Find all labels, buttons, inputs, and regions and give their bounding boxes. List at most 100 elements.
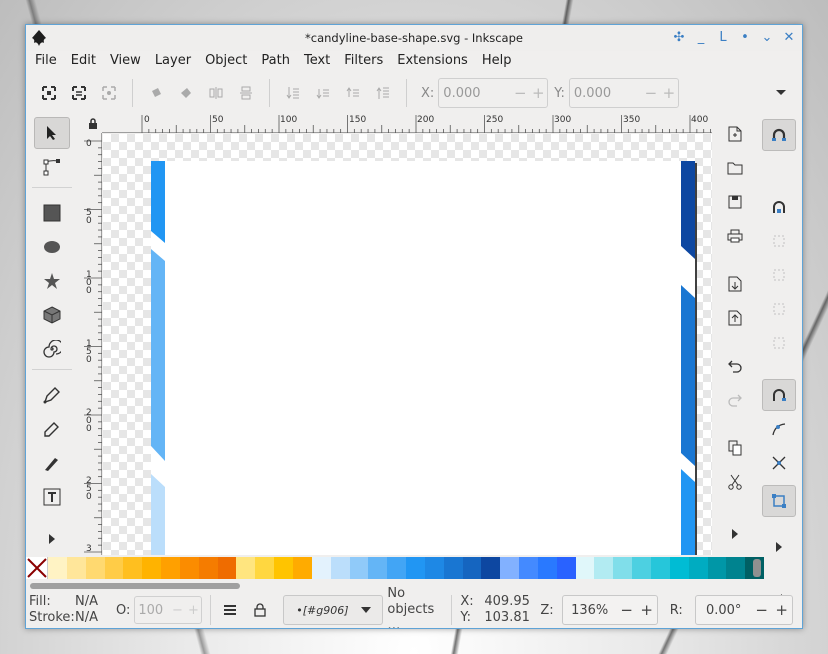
color-swatch[interactable] [292, 557, 312, 579]
menu-object[interactable]: Object [198, 53, 254, 68]
menu-file[interactable]: File [28, 53, 64, 68]
menu-down-icon[interactable]: ⌄ [758, 28, 776, 46]
snap-nodes-icon[interactable] [762, 379, 796, 411]
color-swatch[interactable] [500, 557, 520, 579]
color-swatch[interactable] [537, 557, 557, 579]
color-swatch[interactable] [161, 557, 180, 579]
rotation-increment-button[interactable]: + [772, 601, 792, 619]
spiral-tool-icon[interactable] [34, 333, 70, 365]
x-increment-button[interactable]: + [529, 84, 547, 102]
minimize-button[interactable]: _ [692, 28, 710, 46]
right-stripe-middle[interactable] [681, 285, 695, 466]
document-page[interactable] [151, 161, 695, 555]
canvas-background[interactable] [103, 134, 712, 555]
more-snap-icon[interactable] [762, 531, 796, 563]
color-swatch[interactable] [66, 557, 86, 579]
snap-toggle-icon[interactable] [762, 119, 796, 151]
export-icon[interactable] [720, 303, 750, 333]
select-all-icon[interactable] [34, 78, 64, 108]
rotate-ccw-icon[interactable] [141, 78, 171, 108]
color-swatch[interactable] [104, 557, 124, 579]
snap-bbox-icon[interactable] [762, 191, 796, 223]
undo-icon[interactable] [720, 351, 750, 381]
color-swatch[interactable] [236, 557, 256, 579]
more-commands-icon[interactable] [720, 519, 750, 549]
color-swatch[interactable] [613, 557, 633, 579]
ellipse-tool-icon[interactable] [34, 231, 70, 263]
select-all-layers-icon[interactable] [64, 78, 94, 108]
cut-icon[interactable] [720, 467, 750, 497]
left-stripe-bottom[interactable] [151, 474, 165, 555]
selector-tool-icon[interactable] [34, 117, 70, 149]
style-indicator[interactable]: Fill: N/A Stroke:N/A [26, 594, 116, 626]
flip-horizontal-icon[interactable] [201, 78, 231, 108]
color-swatch[interactable] [274, 557, 293, 579]
save-icon[interactable] [720, 187, 750, 217]
new-document-icon[interactable] [720, 119, 750, 149]
copy-icon[interactable] [720, 433, 750, 463]
color-swatch[interactable] [123, 557, 143, 579]
opacity-decrement-button[interactable]: − [169, 603, 185, 618]
calligraphy-tool-icon[interactable] [34, 447, 70, 479]
right-stripe-top[interactable] [681, 161, 695, 259]
color-swatch[interactable] [368, 557, 388, 579]
menu-view[interactable]: View [103, 53, 148, 68]
color-swatch[interactable] [519, 557, 538, 579]
color-swatch[interactable] [481, 557, 501, 579]
color-swatch[interactable] [688, 557, 708, 579]
import-icon[interactable] [720, 269, 750, 299]
menu-extensions[interactable]: Extensions [390, 53, 475, 68]
flip-vertical-icon[interactable] [231, 78, 261, 108]
vertical-ruler[interactable]: 0 5 0 1 0 0 1 5 0 2 0 0 2 5 0 3 [84, 133, 102, 555]
no-paint-swatch[interactable] [26, 557, 48, 579]
rectangle-tool-icon[interactable] [34, 197, 70, 229]
y-input[interactable]: 0.000 − + [568, 78, 679, 108]
zoom-in-button[interactable]: + [637, 601, 657, 619]
color-swatch[interactable] [48, 557, 67, 579]
left-stripe-middle[interactable] [151, 249, 165, 461]
raise-icon[interactable] [338, 78, 368, 108]
snap-intersections-icon[interactable] [762, 447, 796, 479]
color-swatch[interactable] [179, 557, 199, 579]
lower-to-bottom-icon[interactable] [278, 78, 308, 108]
snap-bbox-midpoint-icon[interactable] [762, 293, 796, 325]
print-icon[interactable] [720, 221, 750, 251]
color-swatch[interactable] [387, 557, 407, 579]
text-tool-icon[interactable] [34, 481, 70, 513]
x-decrement-button[interactable]: − [511, 84, 529, 102]
y-increment-button[interactable]: + [660, 84, 678, 102]
opacity-increment-button[interactable]: + [185, 603, 201, 618]
color-swatch[interactable] [142, 557, 162, 579]
rotation-decrement-button[interactable]: − [752, 601, 772, 619]
shade-button[interactable]: • [736, 28, 754, 46]
y-decrement-button[interactable]: − [642, 84, 660, 102]
color-swatch[interactable] [85, 557, 105, 579]
left-stripe-top[interactable] [151, 161, 165, 243]
snap-paths-icon[interactable] [762, 413, 796, 445]
lock-guides-icon[interactable] [84, 115, 102, 133]
horizontal-ruler[interactable]: 0 50 100 150 200 250 300 350 400 [102, 115, 712, 133]
color-swatch[interactable] [575, 557, 595, 579]
maximize-button[interactable]: L [714, 28, 732, 46]
pen-tool-icon[interactable] [34, 379, 70, 411]
color-swatch[interactable] [198, 557, 218, 579]
color-swatch[interactable] [255, 557, 275, 579]
color-swatch[interactable] [632, 557, 651, 579]
layer-selector[interactable]: •[#g906] [283, 595, 384, 625]
snap-bbox-corner-icon[interactable] [762, 259, 796, 291]
color-swatch[interactable] [406, 557, 425, 579]
menu-path[interactable]: Path [254, 53, 297, 68]
keep-above-icon[interactable]: ✣ [670, 28, 688, 46]
lower-icon[interactable] [308, 78, 338, 108]
x-input[interactable]: 0.000 − + [438, 78, 549, 108]
color-swatch[interactable] [462, 557, 482, 579]
color-swatch[interactable] [726, 557, 746, 579]
color-swatch[interactable] [330, 557, 350, 579]
menu-layer[interactable]: Layer [148, 53, 198, 68]
toolbar-overflow-icon[interactable] [766, 78, 796, 108]
menu-filters[interactable]: Filters [337, 53, 390, 68]
zoom-out-button[interactable]: − [617, 601, 637, 619]
redo-icon[interactable] [720, 385, 750, 415]
more-tools-icon[interactable] [34, 523, 70, 555]
menu-help[interactable]: Help [475, 53, 519, 68]
